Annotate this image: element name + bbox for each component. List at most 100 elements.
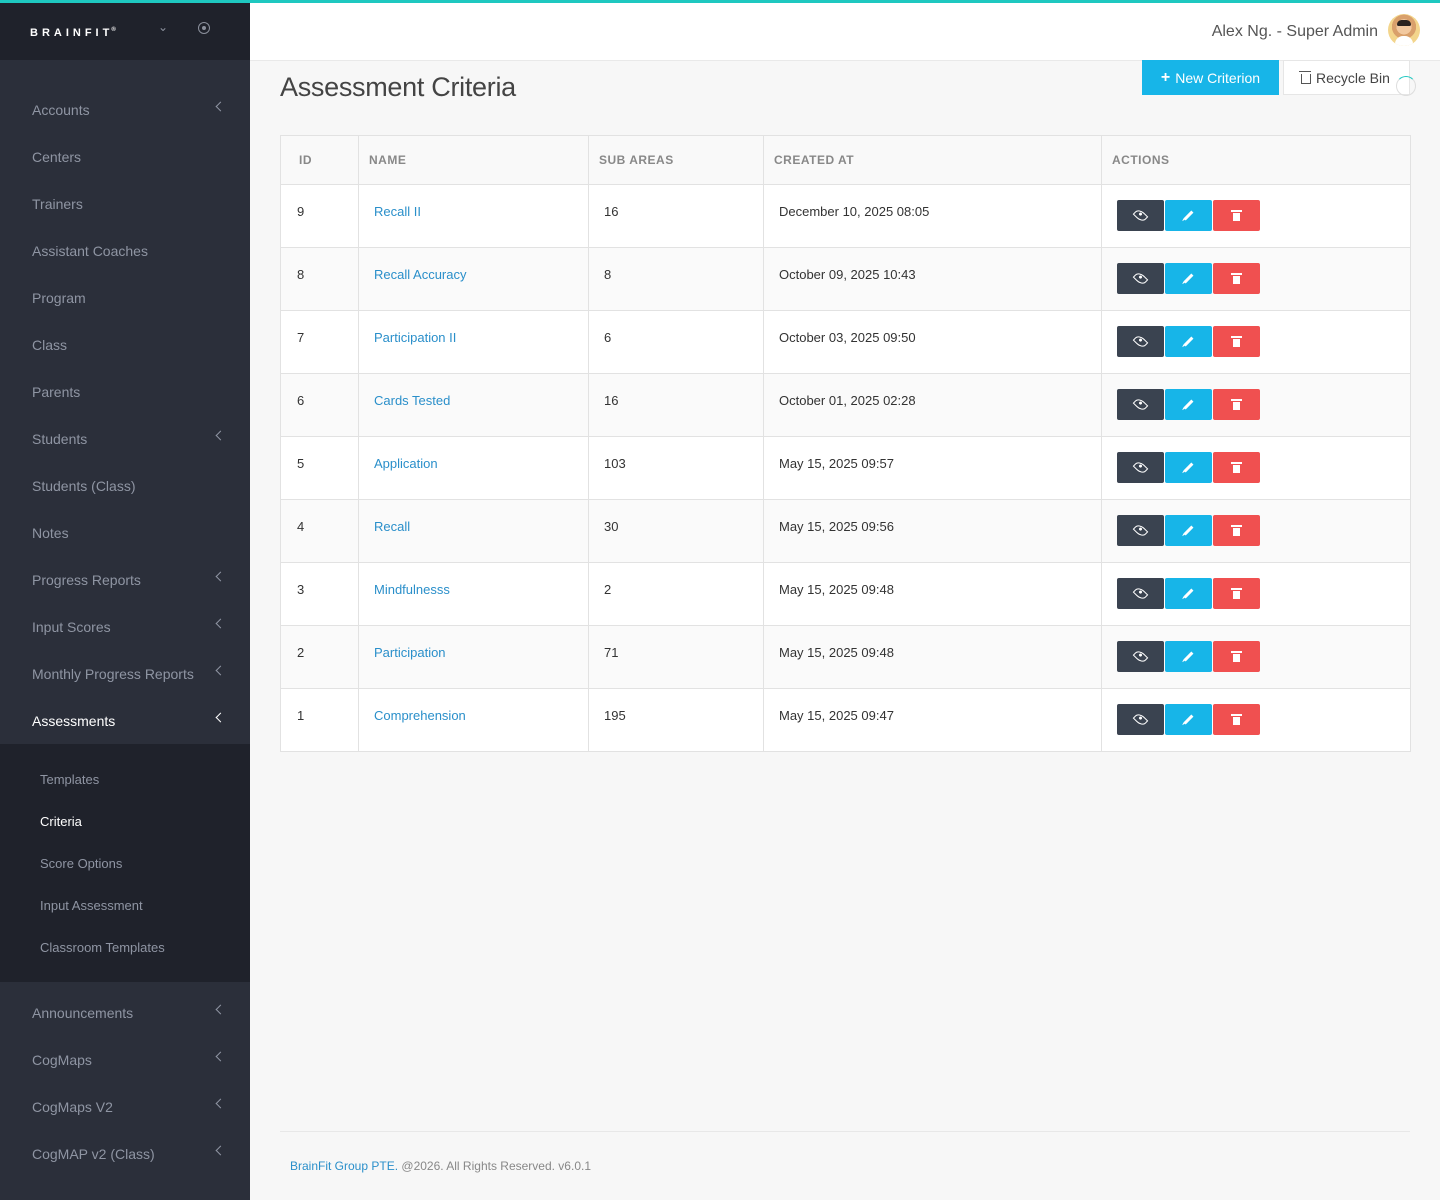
cell-id: 2 (280, 625, 359, 689)
delete-button[interactable] (1213, 578, 1260, 609)
table-row: 2 Participation 71 May 15, 2025 09:48 (280, 625, 1411, 689)
delete-button[interactable] (1213, 200, 1260, 231)
sidebar-item-progress-reports[interactable]: Progress Reports (0, 556, 250, 603)
submenu-item-input-assessment[interactable]: Input Assessment (0, 884, 250, 926)
submenu-item-classroom-templates[interactable]: Classroom Templates (0, 926, 250, 968)
cell-id: 6 (280, 373, 359, 437)
criterion-name-link[interactable]: Cards Tested (374, 393, 450, 408)
sidebar-item-cogmaps[interactable]: CogMaps (0, 1036, 250, 1083)
sidebar-item-trainers[interactable]: Trainers (0, 180, 250, 227)
trash-icon (1231, 272, 1242, 284)
criterion-name-link[interactable]: Recall (374, 519, 410, 534)
cell-sub-areas: 16 (588, 184, 764, 248)
eye-icon (1132, 459, 1149, 476)
edit-button[interactable] (1165, 578, 1212, 609)
column-header-name[interactable]: NAME (358, 135, 589, 185)
view-button[interactable] (1117, 641, 1164, 672)
new-criterion-label: New Criterion (1175, 69, 1261, 86)
footer-company-link[interactable]: BrainFit Group PTE. (290, 1159, 398, 1173)
sidebar-item-announcements[interactable]: Announcements (0, 989, 250, 1036)
sidebar-item-assistant-coaches[interactable]: Assistant Coaches (0, 227, 250, 274)
column-header-created-at[interactable]: CREATED AT (763, 135, 1102, 185)
sidebar-item-input-scores[interactable]: Input Scores (0, 603, 250, 650)
table-row: 6 Cards Tested 16 October 01, 2025 02:28 (280, 373, 1411, 437)
sidebar-item-assessments[interactable]: Assessments (0, 697, 250, 744)
view-button[interactable] (1117, 515, 1164, 546)
view-button[interactable] (1117, 578, 1164, 609)
column-header-sub-areas[interactable]: SUB AREAS (588, 135, 764, 185)
edit-button[interactable] (1165, 263, 1212, 294)
sidebar-item-accounts[interactable]: Accounts (0, 86, 250, 133)
cell-actions (1101, 247, 1411, 311)
user-name[interactable]: Alex Ng. - Super Admin (1212, 23, 1378, 41)
sidebar-item-parents[interactable]: Parents (0, 368, 250, 415)
edit-button[interactable] (1165, 389, 1212, 420)
delete-button[interactable] (1213, 515, 1260, 546)
pencil-icon (1183, 525, 1194, 536)
delete-button[interactable] (1213, 389, 1260, 420)
cell-created-at: May 15, 2025 09:48 (763, 625, 1102, 689)
table-row: 9 Recall II 16 December 10, 2025 08:05 (280, 184, 1411, 248)
delete-button[interactable] (1213, 704, 1260, 735)
trash-icon (1231, 209, 1242, 221)
sidebar-item-monthly-progress-reports[interactable]: Monthly Progress Reports (0, 650, 250, 697)
cell-id: 1 (280, 688, 359, 752)
recycle-bin-button[interactable]: Recycle Bin (1283, 60, 1410, 95)
cell-actions (1101, 436, 1411, 500)
view-button[interactable] (1117, 704, 1164, 735)
edit-button[interactable] (1165, 704, 1212, 735)
criterion-name-link[interactable]: Participation II (374, 330, 456, 345)
settings-icon[interactable] (198, 22, 210, 34)
submenu-item-criteria[interactable]: Criteria (0, 800, 250, 842)
column-header-id[interactable]: ID (280, 135, 359, 185)
view-button[interactable] (1117, 326, 1164, 357)
trash-icon (1231, 398, 1242, 410)
delete-button[interactable] (1213, 263, 1260, 294)
brand-logo[interactable]: BRAINFIT® (30, 27, 116, 39)
edit-button[interactable] (1165, 452, 1212, 483)
sidebar-item-students-class[interactable]: Students (Class) (0, 462, 250, 509)
view-button[interactable] (1117, 452, 1164, 483)
sidebar-item-cogmaps-v2[interactable]: CogMaps V2 (0, 1083, 250, 1130)
cell-id: 5 (280, 436, 359, 500)
table-row: 8 Recall Accuracy 8 October 09, 2025 10:43 (280, 247, 1411, 311)
criterion-name-link[interactable]: Mindfulnesss (374, 582, 450, 597)
edit-button[interactable] (1165, 326, 1212, 357)
new-criterion-button[interactable]: + New Criterion (1142, 60, 1279, 95)
delete-button[interactable] (1213, 641, 1260, 672)
chevron-left-icon (215, 1098, 226, 1109)
delete-button[interactable] (1213, 326, 1260, 357)
view-button[interactable] (1117, 263, 1164, 294)
top-accent-bar (0, 0, 1440, 3)
pencil-icon (1183, 399, 1194, 410)
criterion-name-link[interactable]: Participation (374, 645, 446, 660)
criterion-name-link[interactable]: Comprehension (374, 708, 466, 723)
sidebar-item-students[interactable]: Students (0, 415, 250, 462)
chevron-left-icon (215, 665, 226, 676)
view-button[interactable] (1117, 200, 1164, 231)
sidebar-item-label: Trainers (32, 195, 83, 212)
sidebar-item-notes[interactable]: Notes (0, 509, 250, 556)
sidebar-item-program[interactable]: Program (0, 274, 250, 321)
table-row: 4 Recall 30 May 15, 2025 09:56 (280, 499, 1411, 563)
view-button[interactable] (1117, 389, 1164, 420)
cell-actions (1101, 373, 1411, 437)
delete-button[interactable] (1213, 452, 1260, 483)
chevron-down-icon[interactable]: ⌄ (158, 20, 168, 34)
sidebar-item-centers[interactable]: Centers (0, 133, 250, 180)
criterion-name-link[interactable]: Application (374, 456, 438, 471)
avatar[interactable] (1388, 14, 1420, 46)
edit-button[interactable] (1165, 515, 1212, 546)
cell-created-at: October 09, 2025 10:43 (763, 247, 1102, 311)
sidebar-item-cogmap-v2-class[interactable]: CogMAP v2 (Class) (0, 1130, 250, 1177)
submenu-item-templates[interactable]: Templates (0, 758, 250, 800)
cell-id: 3 (280, 562, 359, 626)
sidebar-item-class[interactable]: Class (0, 321, 250, 368)
criterion-name-link[interactable]: Recall Accuracy (374, 267, 466, 282)
sidebar-item-label: Input Scores (32, 618, 111, 635)
criterion-name-link[interactable]: Recall II (374, 204, 421, 219)
sidebar-item-label: Assessments (32, 712, 116, 729)
submenu-item-score-options[interactable]: Score Options (0, 842, 250, 884)
edit-button[interactable] (1165, 200, 1212, 231)
edit-button[interactable] (1165, 641, 1212, 672)
